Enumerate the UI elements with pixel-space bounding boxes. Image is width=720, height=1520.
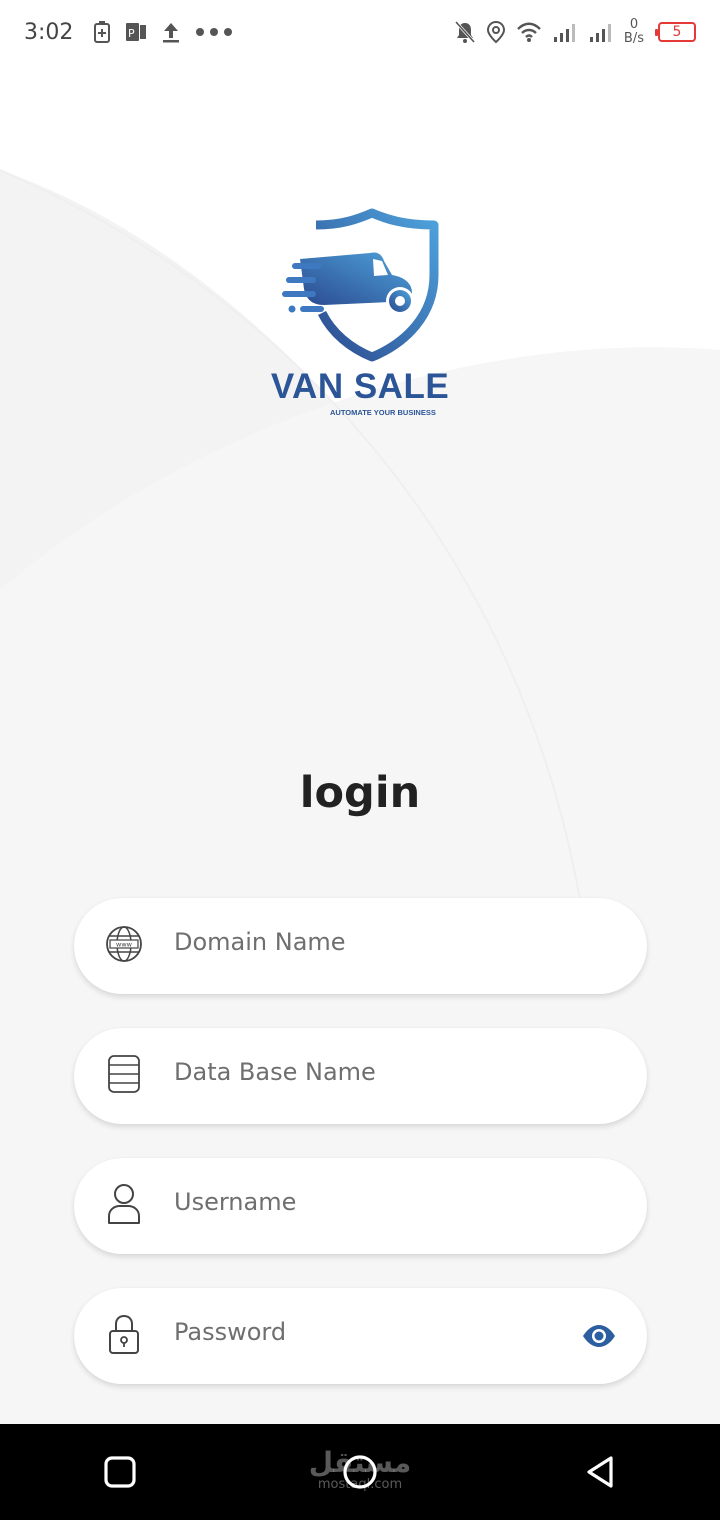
battery-level: 5 [672, 24, 682, 40]
location-icon [486, 20, 506, 44]
back-icon[interactable] [570, 1442, 630, 1502]
database-input[interactable] [174, 1052, 554, 1092]
van-shield-logo-icon [282, 208, 439, 362]
globe-www-icon: www [104, 924, 144, 964]
database-field[interactable] [74, 1028, 647, 1124]
database-icon [104, 1054, 144, 1094]
password-field[interactable] [74, 1288, 647, 1384]
app-notification-icon: P [125, 20, 147, 44]
status-time: 3:02 [24, 19, 74, 45]
notifications-off-icon [454, 20, 476, 44]
username-field[interactable] [74, 1158, 647, 1254]
page-title: login [299, 768, 421, 818]
signal-icon [552, 21, 578, 43]
network-speed: 0 B/s [624, 18, 644, 46]
svg-text:P: P [128, 27, 135, 40]
battery-indicator: 5 [655, 22, 696, 42]
status-bar: 3:02 P 0 B/s 5 [0, 0, 720, 64]
signal-icon-2 [588, 21, 614, 43]
domain-input[interactable] [174, 922, 554, 962]
user-icon [104, 1184, 144, 1224]
eye-icon[interactable] [581, 1322, 617, 1350]
system-nav-bar [0, 1424, 720, 1520]
svg-text:www: www [116, 941, 133, 949]
username-input[interactable] [174, 1182, 554, 1222]
password-input[interactable] [174, 1312, 554, 1352]
network-speed-unit: B/s [623, 31, 644, 46]
network-speed-value: 0 [629, 17, 639, 32]
lock-icon [104, 1314, 144, 1354]
upload-icon [161, 20, 181, 44]
more-dots-icon [195, 27, 233, 37]
domain-field[interactable]: www [74, 898, 647, 994]
logo-title: VAN SALE [270, 367, 450, 406]
wifi-icon [516, 21, 542, 43]
app-logo: VAN SALE AUTOMATE YOUR BUSINESS [270, 205, 450, 425]
recent-apps-icon[interactable] [90, 1442, 150, 1502]
home-icon[interactable] [330, 1442, 390, 1502]
battery-saver-icon [93, 20, 111, 44]
logo-tagline: AUTOMATE YOUR BUSINESS [330, 408, 436, 417]
